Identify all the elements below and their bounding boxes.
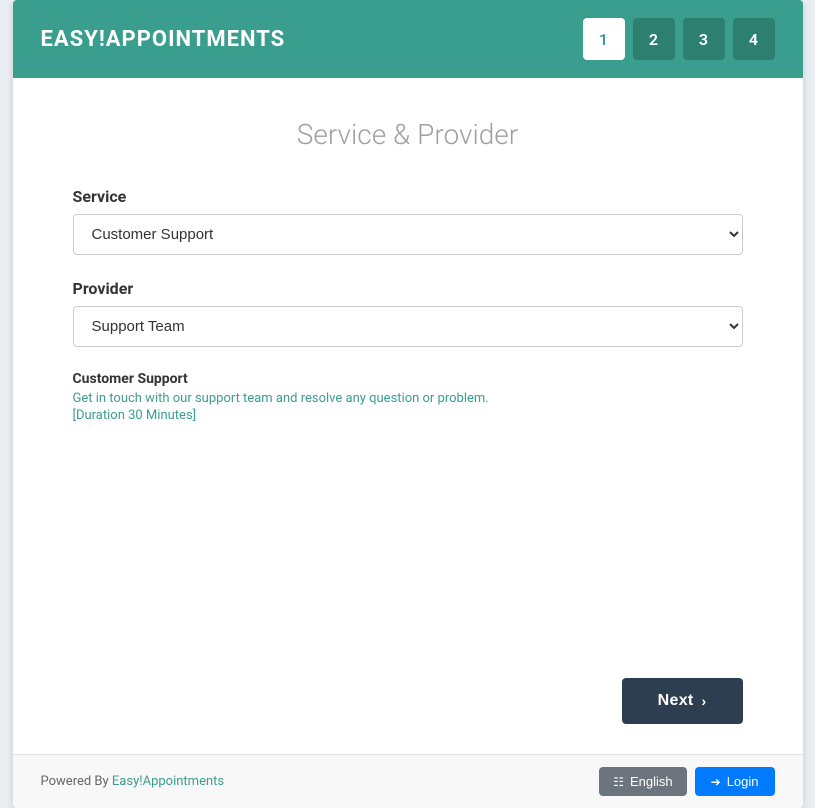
login-icon: ➔ xyxy=(711,775,721,789)
brand-link[interactable]: Easy!Appointments xyxy=(112,774,224,789)
service-info-title: Customer Support xyxy=(73,371,743,387)
footer-powered-by: Powered By Easy!Appointments xyxy=(41,774,225,789)
powered-by-label: Powered By xyxy=(41,774,109,789)
footer-actions: ☷ English ➔ Login xyxy=(599,767,774,796)
chevron-right-icon: › xyxy=(702,693,707,709)
app-title: EASY!APPOINTMENTS xyxy=(41,27,286,52)
app-header: EASY!APPOINTMENTS 1 2 3 4 xyxy=(13,0,803,78)
next-button[interactable]: Next › xyxy=(622,678,743,724)
service-info-block: Customer Support Get in touch with our s… xyxy=(73,371,743,423)
provider-select[interactable]: Support Team Agent A Agent B xyxy=(73,306,743,347)
provider-label: Provider xyxy=(73,279,743,298)
service-field-group: Service Customer Support General Consult… xyxy=(73,187,743,255)
page-title: Service & Provider xyxy=(73,118,743,151)
step-indicators: 1 2 3 4 xyxy=(583,18,775,60)
action-row: Next › xyxy=(13,658,803,754)
service-info-duration: [Duration 30 Minutes] xyxy=(73,408,743,423)
login-label: Login xyxy=(727,774,759,789)
service-label: Service xyxy=(73,187,743,206)
step-3[interactable]: 3 xyxy=(683,18,725,60)
globe-icon: ☷ xyxy=(613,775,624,789)
login-button[interactable]: ➔ Login xyxy=(695,767,775,796)
footer: Powered By Easy!Appointments ☷ English ➔… xyxy=(13,754,803,808)
provider-field-group: Provider Support Team Agent A Agent B xyxy=(73,279,743,347)
next-button-label: Next xyxy=(658,692,694,710)
step-1[interactable]: 1 xyxy=(583,18,625,60)
service-info-description: Get in touch with our support team and r… xyxy=(73,391,743,406)
step-2[interactable]: 2 xyxy=(633,18,675,60)
language-label: English xyxy=(630,774,673,789)
main-content: Service & Provider Service Customer Supp… xyxy=(13,78,803,658)
language-button[interactable]: ☷ English xyxy=(599,767,686,796)
service-select[interactable]: Customer Support General Consultation Te… xyxy=(73,214,743,255)
step-4[interactable]: 4 xyxy=(733,18,775,60)
